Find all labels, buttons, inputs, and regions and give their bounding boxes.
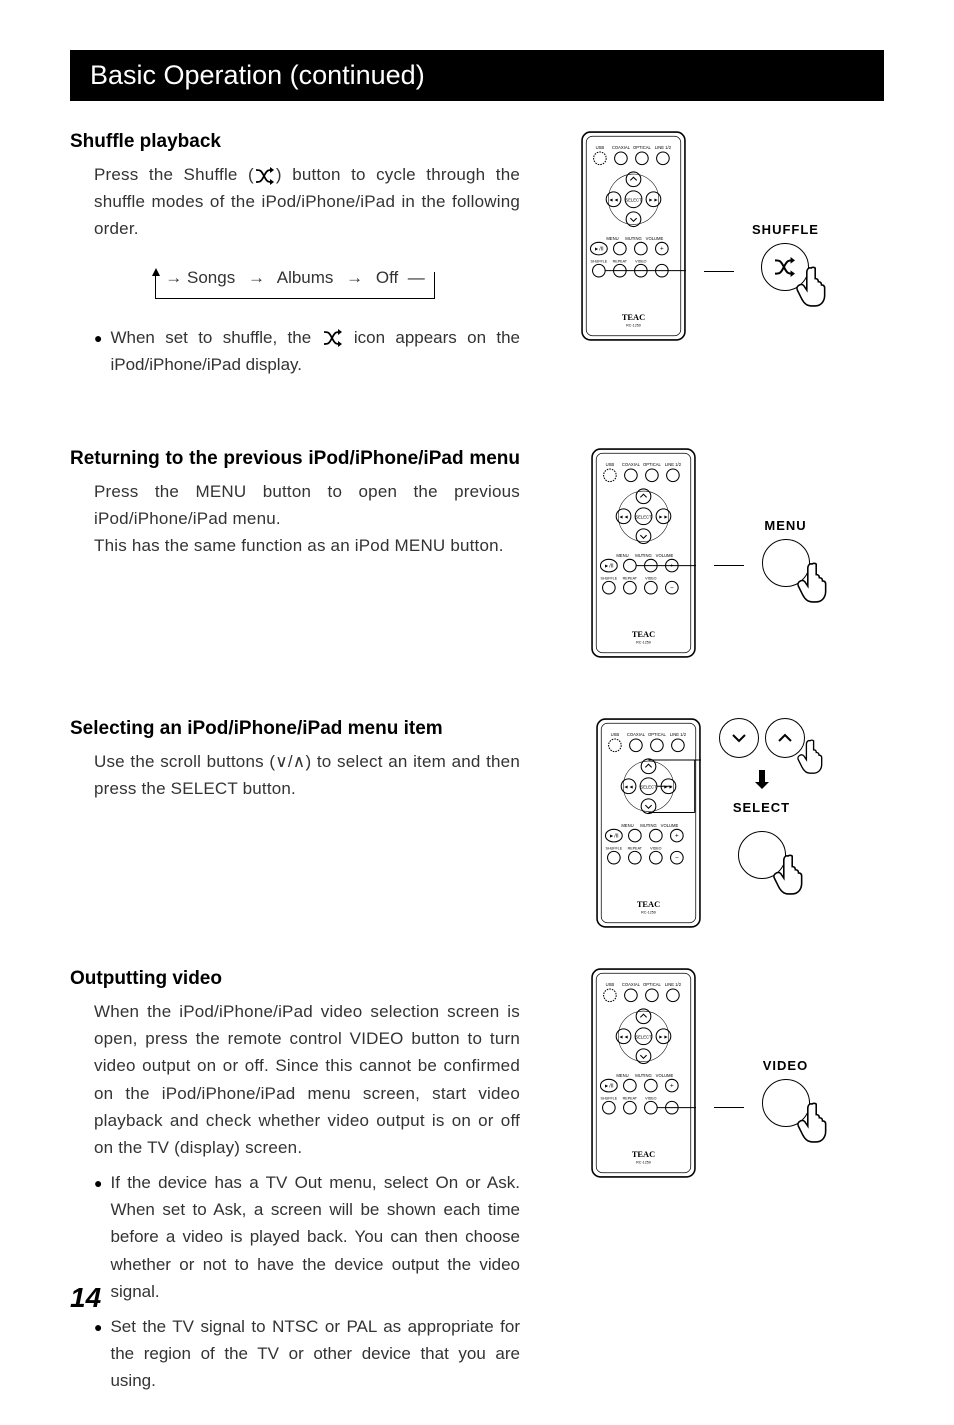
menu-callout-button: [762, 539, 810, 587]
section-selecting: Selecting an iPod/iPhone/iPad menu item …: [70, 718, 884, 928]
shuffle-bullet: ● When set to shuffle, the icon appears …: [94, 324, 520, 378]
section-shuffle: Shuffle playback Press the Shuffle () bu…: [70, 131, 884, 378]
selecting-heading: Selecting an iPod/iPhone/iPad menu item: [70, 718, 520, 740]
outputting-para: When the iPod/iPhone/iPad video selectio…: [94, 998, 520, 1161]
hand-icon: [793, 562, 831, 604]
remote-diagram: [596, 718, 701, 928]
shuffle-callout-button: [761, 243, 809, 291]
shuffle-icon: [254, 167, 276, 185]
shuffle-callout-label: SHUFFLE: [752, 222, 819, 237]
hand-icon: [769, 854, 807, 896]
hand-icon: [793, 1102, 831, 1144]
section-outputting: Outputting video When the iPod/iPhone/iP…: [70, 968, 884, 1395]
remote-diagram: [581, 131, 686, 341]
shuffle-para: Press the Shuffle () button to cycle thr…: [94, 161, 520, 243]
returning-para1: Press the MENU button to open the previo…: [94, 478, 520, 532]
page-number: 14: [70, 1282, 101, 1314]
remote-diagram: [591, 448, 696, 658]
hand-icon: [792, 266, 830, 308]
page-banner: Basic Operation (continued): [70, 50, 884, 101]
returning-heading: Returning to the previous iPod/iPhone/iP…: [70, 448, 520, 470]
outputting-heading: Outputting video: [70, 968, 520, 990]
shuffle-cycle-diagram: → Songs → Albums → Off —: [155, 268, 435, 299]
down-arrow-icon: [753, 768, 771, 790]
scroll-down-button: [719, 718, 759, 758]
video-callout-label: VIDEO: [763, 1058, 808, 1073]
scroll-up-button: [765, 718, 805, 758]
section-returning: Returning to the previous iPod/iPhone/iP…: [70, 448, 884, 658]
select-callout-button: [738, 831, 786, 879]
shuffle-heading: Shuffle playback: [70, 131, 520, 153]
remote-diagram: [591, 968, 696, 1178]
returning-para2: This has the same function as an iPod ME…: [94, 532, 520, 559]
outputting-bullet1: ● If the device has a TV Out menu, selec…: [94, 1169, 520, 1305]
shuffle-icon: [322, 329, 344, 347]
video-callout-button: [762, 1079, 810, 1127]
selecting-para: Use the scroll buttons (∨/∧) to select a…: [94, 748, 520, 802]
menu-callout-label: MENU: [764, 518, 806, 533]
hand-icon: [794, 739, 826, 775]
select-callout-label: SELECT: [733, 800, 790, 815]
